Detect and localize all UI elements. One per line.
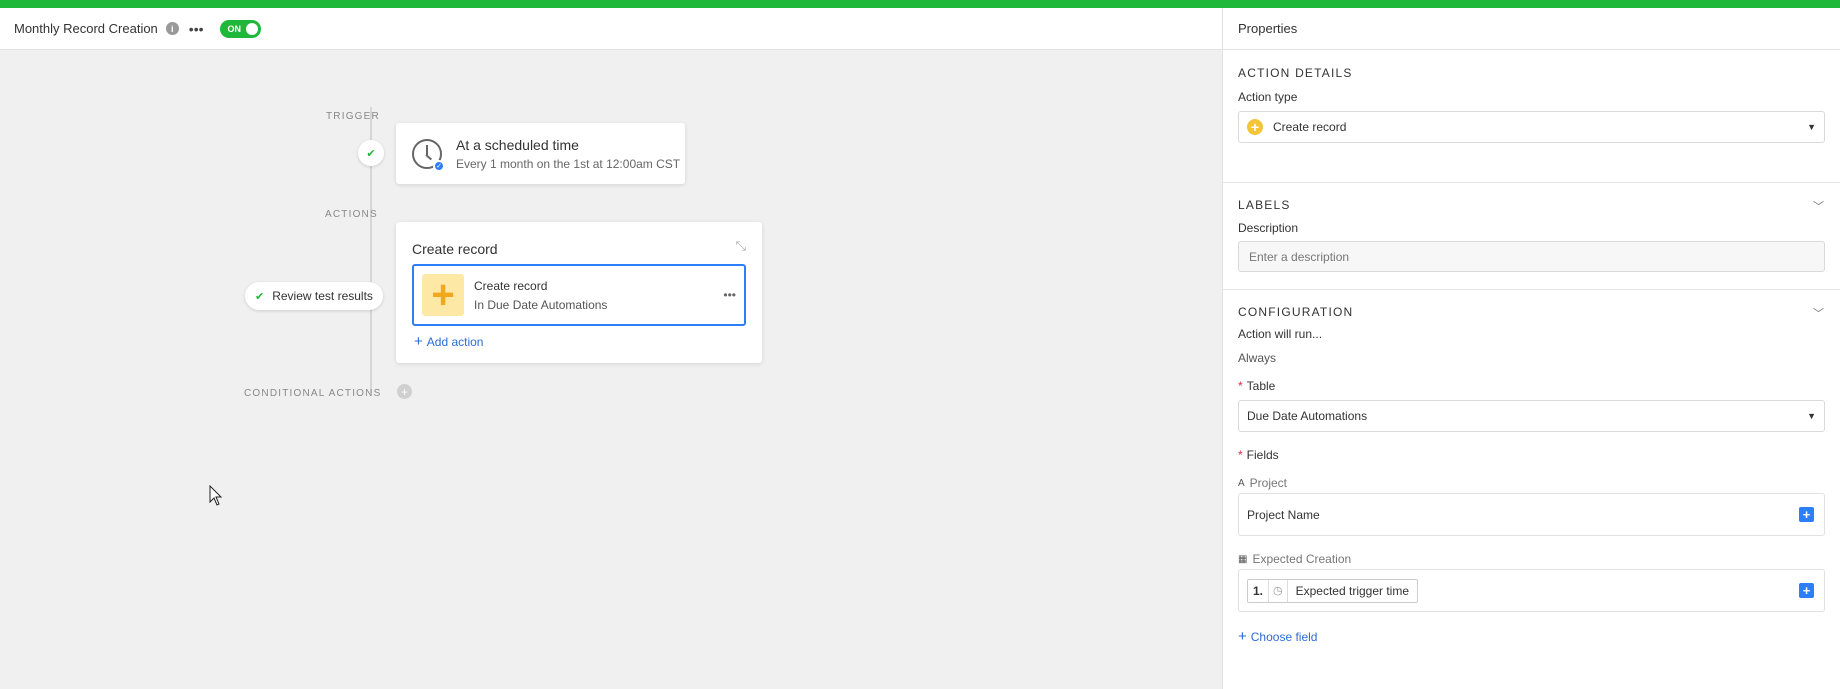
automation-toggle[interactable]: ON [219,19,261,38]
check-icon: ✔ [255,290,265,303]
action-item-subtitle: In Due Date Automations [474,297,608,312]
table-label: * Table [1238,379,1276,393]
action-details-section: ACTION DETAILS Action type + Create reco… [1223,50,1840,183]
chevron-down-icon[interactable]: ﹀ [1813,198,1824,214]
action-card-title: Create record [412,241,498,257]
project-field-value: Project Name [1247,507,1320,522]
review-test-results-button[interactable]: ✔ Review test results [245,282,383,310]
configuration-section: CONFIGURATION ﹀ Action will run... Alway… [1223,290,1840,645]
panel-title: Properties [1223,8,1840,50]
action-item-title: Create record [474,278,548,293]
clock-icon: ◷ [1269,579,1288,602]
toggle-knob [245,22,258,35]
conditional-actions-label: CONDITIONAL ACTIONS [244,388,382,399]
check-badge-icon: ✓ [433,159,445,172]
add-action-button[interactable]: + Add action [414,333,483,350]
expected-trigger-time-token[interactable]: 1. ◷ Expected trigger time [1247,578,1419,603]
workflow-canvas: TRIGGER ✔ ✓ At a scheduled time Every 1 … [0,50,1222,689]
labels-section: LABELS ﹀ Description Enter a description [1223,183,1840,290]
text-field-icon: A [1238,477,1245,489]
trigger-subtitle: Every 1 month on the 1st at 12:00am CST [456,156,681,171]
token-text: Expected trigger time [1295,583,1410,598]
add-token-button[interactable]: + [1799,583,1814,598]
trigger-title: At a scheduled time [456,136,579,153]
automation-header: Monthly Record Creation i ••• ON [0,8,1222,50]
automation-title[interactable]: Monthly Record Creation [14,21,158,36]
table-value: Due Date Automations [1247,409,1368,423]
properties-panel: Properties ACTION DETAILS Action type + … [1222,8,1840,689]
project-field-label: A Project [1238,476,1288,490]
choose-field-button[interactable]: + Choose field [1238,628,1825,645]
clock-icon: ✓ [412,138,445,172]
caret-down-icon: ▼ [1807,122,1816,132]
review-label: Review test results [272,289,373,303]
action-type-select[interactable]: + Create record ▼ [1238,111,1825,143]
toggle-label: ON [227,23,242,34]
info-icon[interactable]: i [165,22,179,35]
action-will-run-value[interactable]: Always [1238,351,1825,365]
action-item-create-record[interactable]: + Create record In Due Date Automations … [412,264,746,326]
more-options-icon[interactable]: ••• [723,288,736,302]
expected-creation-label: ▦ Expected Creation [1238,552,1352,566]
configuration-heading[interactable]: CONFIGURATION [1238,305,1825,319]
trigger-label: TRIGGER [326,111,380,122]
caret-down-icon: ▼ [1807,411,1816,421]
date-field-icon: ▦ [1238,553,1248,565]
labels-heading[interactable]: LABELS [1238,198,1825,212]
chevron-down-icon[interactable]: ﹀ [1813,305,1824,321]
expected-creation-input[interactable]: 1. ◷ Expected trigger time + [1238,569,1825,612]
action-will-run-label: Action will run... [1238,327,1323,341]
collapse-icon[interactable]: ⤡ [736,238,746,254]
add-token-button[interactable]: + [1799,507,1814,522]
add-conditional-icon[interactable]: + [397,384,412,399]
trigger-check-icon: ✔ [358,140,384,166]
plus-icon: + [414,333,423,350]
fields-label: * Fields [1238,448,1279,462]
add-action-label: Add action [426,335,484,349]
action-type-value: Create record [1273,120,1347,134]
plus-icon: + [1238,628,1247,645]
mouse-cursor-icon [209,485,223,506]
more-options-icon[interactable]: ••• [189,21,204,37]
description-input[interactable]: Enter a description [1238,241,1825,272]
plus-icon: + [422,274,464,316]
top-accent-bar [0,0,1840,8]
action-type-label: Action type [1238,90,1298,104]
table-select[interactable]: Due Date Automations ▼ [1238,400,1825,432]
action-card[interactable]: Create record ⤡ + Create record In Due D… [396,222,762,363]
project-field-input[interactable]: Project Name + [1238,493,1825,536]
action-details-heading: ACTION DETAILS [1238,66,1353,80]
token-step-number: 1. [1248,579,1270,602]
description-label: Description [1238,221,1299,235]
plus-icon: + [1247,119,1263,135]
actions-label: ACTIONS [325,209,378,220]
trigger-card[interactable]: ✓ At a scheduled time Every 1 month on t… [396,123,685,184]
